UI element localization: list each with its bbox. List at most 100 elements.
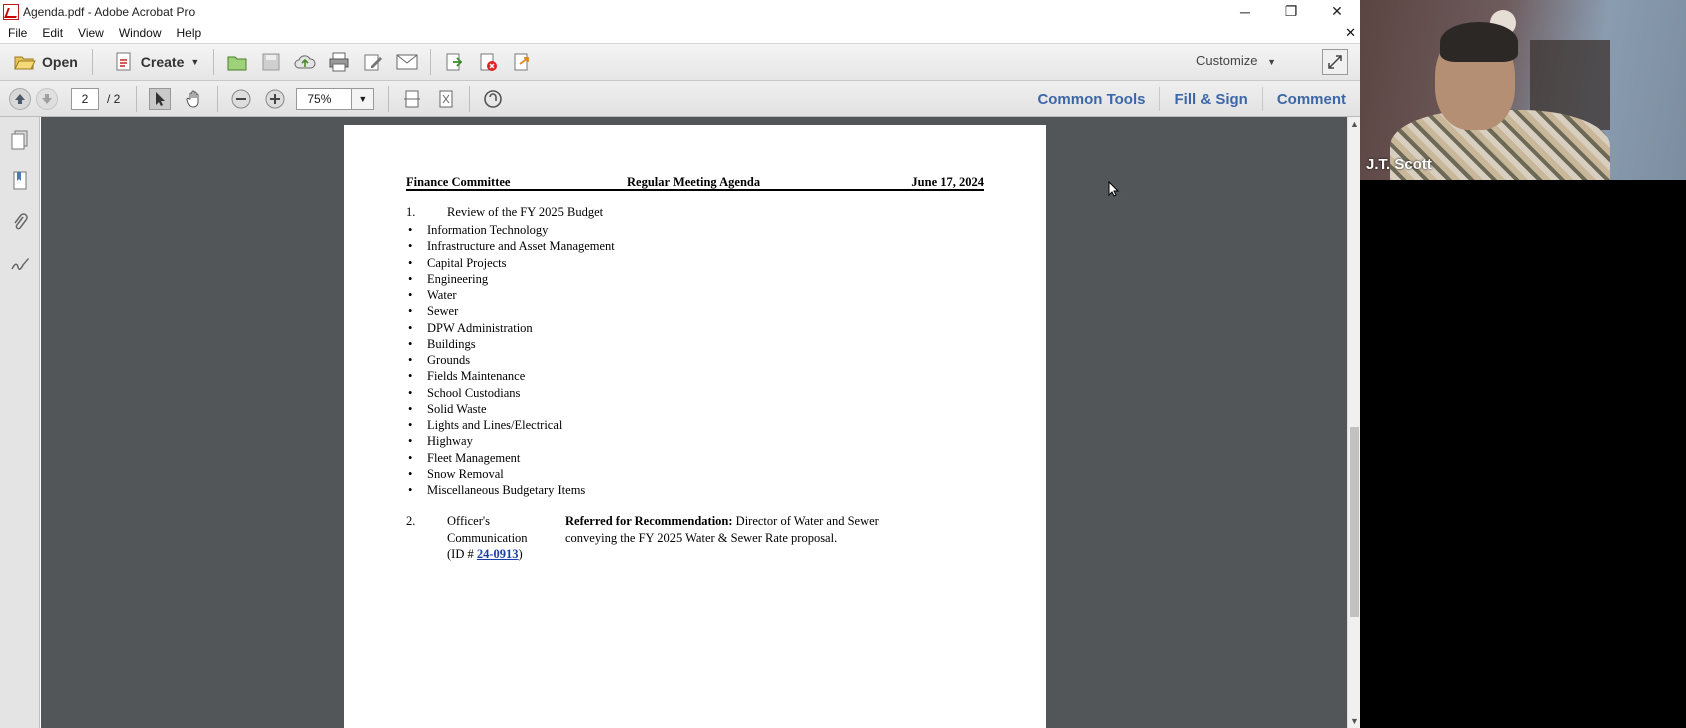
main-toolbar: Open Create ▼ Customize ▼ bbox=[0, 43, 1360, 81]
menu-file[interactable]: File bbox=[0, 26, 34, 40]
zoom-out-icon[interactable] bbox=[230, 88, 252, 110]
budget-topic-item: DPW Administration bbox=[408, 320, 615, 336]
fit-width-icon[interactable] bbox=[401, 88, 423, 110]
save-icon[interactable] bbox=[260, 51, 282, 73]
budget-topic-item: Highway bbox=[408, 433, 615, 449]
budget-topic-item: Sewer bbox=[408, 303, 615, 319]
budget-topic-item: Engineering bbox=[408, 271, 615, 287]
item-id-link[interactable]: 24-0913 bbox=[477, 547, 519, 561]
budget-topic-item: Information Technology bbox=[408, 222, 615, 238]
arrow-up-icon bbox=[15, 93, 25, 104]
open-folder-icon[interactable] bbox=[226, 51, 248, 73]
menu-window[interactable]: Window bbox=[111, 26, 169, 40]
tab-common-tools[interactable]: Common Tools bbox=[1023, 91, 1159, 108]
pdf-file-icon bbox=[3, 3, 19, 20]
open-label: Open bbox=[42, 54, 78, 70]
customize-dropdown[interactable]: Customize ▼ bbox=[1196, 53, 1276, 68]
bookmarks-icon[interactable] bbox=[9, 170, 31, 192]
fit-page-icon[interactable] bbox=[435, 88, 457, 110]
insert-pages-icon[interactable] bbox=[443, 51, 465, 73]
attachments-icon[interactable] bbox=[9, 211, 31, 233]
participant-name: J.T. Scott bbox=[1366, 156, 1432, 173]
chevron-down-icon: ▼ bbox=[190, 57, 200, 67]
arrow-down-icon bbox=[42, 93, 52, 104]
create-pdf-icon bbox=[113, 51, 135, 73]
next-page-button[interactable] bbox=[36, 87, 58, 110]
zoom-dropdown-icon[interactable]: ▼ bbox=[352, 87, 375, 110]
menu-edit[interactable]: Edit bbox=[34, 26, 70, 40]
zoom-control: 75% ▼ bbox=[296, 87, 375, 110]
item-number: 2. bbox=[406, 514, 416, 528]
cloud-upload-icon[interactable] bbox=[294, 51, 316, 73]
window-title: Agenda.pdf - Adobe Acrobat Pro bbox=[23, 4, 196, 19]
task-panes: Common Tools Fill & Sign Comment bbox=[1023, 81, 1360, 117]
print-icon[interactable] bbox=[328, 51, 350, 73]
menu-view[interactable]: View bbox=[70, 26, 111, 40]
scroll-down-icon[interactable]: ▼ bbox=[1350, 716, 1359, 726]
email-icon[interactable] bbox=[396, 51, 418, 73]
close-button[interactable]: ✕ bbox=[1314, 0, 1360, 23]
budget-topic-item: Lights and Lines/Electrical bbox=[408, 417, 615, 433]
delete-pages-icon[interactable] bbox=[477, 51, 499, 73]
budget-topic-list: Information TechnologyInfrastructure and… bbox=[408, 222, 615, 498]
create-button[interactable]: Create ▼ bbox=[99, 48, 208, 76]
page-number-input[interactable]: 2 bbox=[71, 87, 99, 110]
mouse-cursor-icon bbox=[1108, 180, 1132, 204]
create-label: Create bbox=[140, 54, 185, 70]
toolbar-separator bbox=[213, 49, 215, 75]
zoom-in-icon[interactable] bbox=[264, 88, 286, 110]
read-mode-icon[interactable] bbox=[482, 88, 504, 110]
budget-topic-item: Snow Removal bbox=[408, 466, 615, 482]
item-number: 1. bbox=[406, 205, 416, 219]
window-controls: ─ ❐ ✕ bbox=[1222, 0, 1360, 23]
budget-topic-item: Fleet Management bbox=[408, 450, 615, 466]
vertical-scrollbar[interactable]: ▲ ▼ bbox=[1347, 117, 1360, 728]
open-button[interactable]: Open bbox=[0, 48, 86, 76]
budget-topic-item: School Custodians bbox=[408, 385, 615, 401]
document-view[interactable]: Finance Committee Regular Meeting Agenda… bbox=[41, 117, 1347, 728]
header-committee: Finance Committee bbox=[406, 175, 511, 189]
signatures-icon[interactable] bbox=[9, 252, 31, 274]
zoom-input[interactable]: 75% bbox=[296, 87, 353, 110]
page-total: / 2 bbox=[107, 91, 121, 106]
page-header: Finance Committee Regular Meeting Agenda… bbox=[406, 175, 984, 191]
scrollbar-thumb[interactable] bbox=[1350, 427, 1359, 617]
navigation-pane bbox=[0, 117, 40, 728]
restore-button[interactable]: ❐ bbox=[1268, 0, 1314, 23]
budget-topic-item: Water bbox=[408, 287, 615, 303]
budget-topic-item: Solid Waste bbox=[408, 401, 615, 417]
toolbar-separator bbox=[469, 85, 471, 112]
id-suffix: ) bbox=[518, 547, 523, 561]
tab-comment[interactable]: Comment bbox=[1263, 91, 1360, 108]
acrobat-window: Agenda.pdf - Adobe Acrobat Pro ─ ❐ ✕ Fil… bbox=[0, 0, 1360, 728]
budget-topic-item: Capital Projects bbox=[408, 255, 615, 271]
toolbar-separator bbox=[136, 85, 138, 112]
customize-label: Customize bbox=[1196, 53, 1258, 68]
item-id-line: (ID # 24-0913) bbox=[447, 546, 557, 563]
full-screen-icon[interactable] bbox=[1322, 49, 1348, 75]
close-document-button[interactable]: ✕ bbox=[1345, 25, 1356, 41]
budget-topic-item: Grounds bbox=[408, 352, 615, 368]
folder-open-icon bbox=[14, 51, 36, 73]
item-type-line: Officer's bbox=[447, 514, 490, 528]
previous-page-button[interactable] bbox=[9, 87, 31, 110]
edit-document-icon[interactable] bbox=[362, 51, 384, 73]
chevron-down-icon: ▼ bbox=[1267, 57, 1276, 67]
title-bar: Agenda.pdf - Adobe Acrobat Pro ─ ❐ ✕ bbox=[0, 0, 1360, 23]
header-date: June 17, 2024 bbox=[911, 175, 984, 189]
toolbar-separator bbox=[388, 85, 390, 112]
tab-fill-sign[interactable]: Fill & Sign bbox=[1160, 91, 1261, 108]
budget-topic-item: Infrastructure and Asset Management bbox=[408, 238, 615, 254]
toolbar-separator bbox=[91, 49, 93, 75]
menu-help[interactable]: Help bbox=[169, 26, 209, 40]
item-title: Review of the FY 2025 Budget bbox=[447, 205, 604, 219]
minimize-button[interactable]: ─ bbox=[1222, 0, 1268, 23]
participant-hair bbox=[1440, 22, 1518, 62]
toolbar-separator bbox=[430, 49, 432, 75]
scroll-up-icon[interactable]: ▲ bbox=[1350, 119, 1359, 129]
hand-tool-icon[interactable] bbox=[183, 88, 205, 110]
pdf-page: Finance Committee Regular Meeting Agenda… bbox=[344, 125, 1046, 728]
page-thumbnails-icon[interactable] bbox=[9, 129, 31, 151]
extract-pages-icon[interactable] bbox=[511, 51, 533, 73]
select-tool-icon[interactable] bbox=[149, 87, 172, 110]
